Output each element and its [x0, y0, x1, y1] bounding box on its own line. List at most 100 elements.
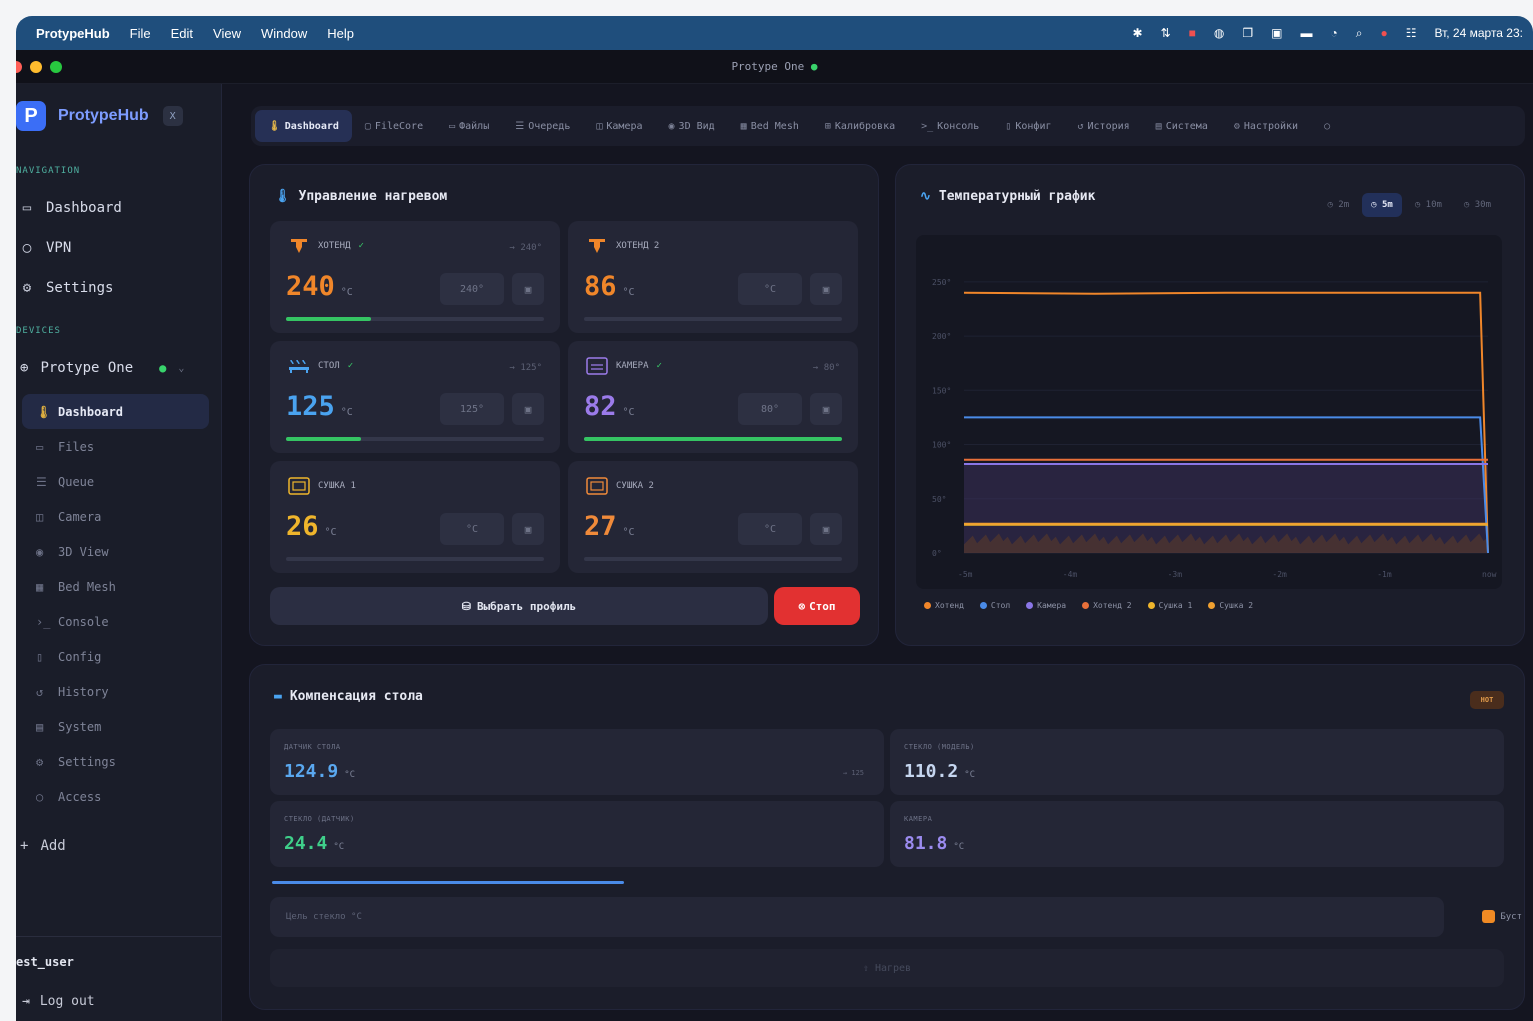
select-profile-button[interactable]: ⛁ Выбрать профиль [270, 587, 768, 625]
sidebar-item-settings[interactable]: ⚙ Settings [16, 268, 221, 308]
control-center-icon[interactable]: ☷ [1406, 26, 1417, 40]
tab-11[interactable]: ▤ Система [1143, 110, 1221, 142]
battery-icon[interactable]: ▬ [1300, 26, 1312, 40]
tab-13[interactable]: ○ [1311, 110, 1347, 142]
subnav-label: Console [58, 614, 109, 629]
chart-title-text: Температурный график [938, 189, 1096, 204]
spotlight-icon[interactable]: ⌕ [1356, 26, 1363, 41]
heater-target: → 80° [812, 363, 840, 373]
heater-set-button[interactable]: ▣ [810, 393, 842, 425]
compensation-panel-title: ▬ Компенсация стола [274, 689, 423, 704]
chevron-down-icon[interactable]: ⌄ [178, 363, 184, 374]
list-icon: ☰ [36, 474, 47, 489]
menu-app-name[interactable]: ProtypeHub [36, 26, 110, 41]
app-window: Protype One ● P ProtypeHub X NAVIGATION … [16, 50, 1533, 1021]
sidebar-item-vpn[interactable]: ◯ VPN [16, 228, 221, 268]
tab-1[interactable]: ▢ FileCore [352, 110, 436, 142]
status-circle-icon[interactable]: ◍ [1214, 26, 1224, 40]
tab-7[interactable]: ⊞ Калибровка [812, 110, 908, 142]
tab-9[interactable]: ▯ Конфиг [992, 110, 1064, 142]
add-device-button[interactable]: + Add [16, 826, 221, 866]
subnav-queue[interactable]: ☰ Queue [22, 464, 209, 499]
boost-checkbox[interactable]: Буст [1482, 910, 1522, 923]
menu-edit[interactable]: Edit [171, 26, 193, 41]
subnav-settings[interactable]: ⚙ Settings [22, 744, 209, 779]
heater-temperature-value: 27 [584, 511, 617, 542]
menu-help[interactable]: Help [327, 26, 354, 41]
heater-target-input[interactable]: °C [440, 513, 504, 545]
heater-target-input[interactable]: 240° [440, 273, 504, 305]
subnav-dashboard[interactable]: 🌡 Dashboard [22, 394, 209, 429]
subnav-label: Bed Mesh [58, 579, 116, 594]
tab-8[interactable]: >_ Консоль [908, 110, 992, 142]
range-10m-button[interactable]: ◷ 10m [1406, 193, 1451, 217]
legend-item[interactable]: Сушка 1 [1147, 601, 1192, 610]
glass-target-input[interactable]: Цель стекло °C [270, 897, 1444, 937]
legend-item[interactable]: Стол [979, 601, 1010, 610]
menubar-datetime[interactable]: Вт, 24 марта 23: [1434, 26, 1523, 40]
grid-icon: ▦ [36, 579, 44, 594]
legend-item[interactable]: Хотенд 2 [1082, 601, 1132, 610]
heater-target-input[interactable]: 80° [738, 393, 802, 425]
subnav-3d-view[interactable]: ◉ 3D View [22, 534, 209, 569]
tab-10[interactable]: ↺ История [1064, 110, 1142, 142]
legend-item[interactable]: Сушка 2 [1208, 601, 1253, 610]
subnav-console[interactable]: ›_ Console [22, 604, 209, 639]
menu-view[interactable]: View [213, 26, 241, 41]
tab-icon: ▤ [1155, 120, 1162, 132]
apply-heat-button[interactable]: ⇧ Нагрев [270, 949, 1504, 987]
legend-item[interactable]: Хотенд [924, 601, 964, 610]
heater-target-input[interactable]: °C [738, 513, 802, 545]
range-30m-button[interactable]: ◷ 30m [1455, 193, 1500, 217]
tab-0[interactable]: 🌡 Dashboard [255, 110, 352, 142]
heater-target-input[interactable]: 125° [440, 393, 504, 425]
status-arrows-icon[interactable]: ⇅ [1161, 26, 1171, 40]
logout-button[interactable]: ⇥ Log out [22, 994, 95, 1009]
subnav-config[interactable]: ▯ Config [22, 639, 209, 674]
window-title: Protype One ● [16, 60, 1533, 73]
status-bug-icon[interactable]: ✱ [1133, 26, 1143, 40]
stop-button[interactable]: ⊗ Стоп [774, 587, 860, 625]
bed-compensation-panel: ▬ Компенсация стола HOT ДАТЧИК СТОЛА 124.… [249, 664, 1525, 1010]
heater-target-input[interactable]: °C [738, 273, 802, 305]
subnav-system[interactable]: ▤ System [22, 709, 209, 744]
menu-file[interactable]: File [130, 26, 151, 41]
device-protype-one[interactable]: ⊕ Protype One ● ⌄ [16, 348, 221, 388]
heater-name: СУШКА 1 [318, 481, 356, 491]
heater-set-button[interactable]: ▣ [512, 513, 544, 545]
sidebar-item-dashboard[interactable]: ▭ Dashboard [16, 188, 221, 228]
devices-section-label: DEVICES [16, 326, 61, 336]
legend-swatch [1026, 602, 1034, 609]
legend-swatch [1082, 602, 1090, 609]
subnav-bed-mesh[interactable]: ▦ Bed Mesh [22, 569, 209, 604]
subnav-access[interactable]: ○ Access [22, 779, 209, 814]
subnav-camera[interactable]: ◫ Camera [22, 499, 209, 534]
tab-12[interactable]: ⚙ Настройки [1221, 110, 1311, 142]
legend-item[interactable]: Камера [1026, 601, 1066, 610]
heater-set-button[interactable]: ▣ [810, 273, 842, 305]
status-app-icon[interactable]: ■ [1189, 26, 1196, 40]
range-2m-button[interactable]: ◷ 2m [1318, 193, 1358, 217]
tab-icon: ▯ [1005, 120, 1012, 132]
subnav-history[interactable]: ↺ History [22, 674, 209, 709]
heater-set-button[interactable]: ▣ [512, 273, 544, 305]
window-titlebar: Protype One ● [16, 50, 1533, 84]
tab-6[interactable]: ▦ Bed Mesh [728, 110, 812, 142]
eye-icon: ◉ [36, 544, 44, 559]
status-box-icon[interactable]: ▣ [1271, 26, 1282, 40]
heater-set-button[interactable]: ▣ [512, 393, 544, 425]
tab-3[interactable]: ☰ Очередь [502, 110, 583, 142]
tab-5[interactable]: ◉ 3D Вид [656, 110, 728, 142]
compensation-value: 24.4 °C [284, 833, 344, 854]
wifi-icon[interactable]: ◔ [1330, 26, 1337, 40]
flag-icon[interactable]: ● [1380, 26, 1387, 40]
tab-4[interactable]: ◫ Камера [583, 110, 655, 142]
collapse-sidebar-button[interactable]: X [162, 106, 183, 126]
temperature-chart[interactable]: 250° 200° 150° 100° 50° 0° -5m -4m -3m -2m -1m now [916, 235, 1502, 589]
range-5m-button[interactable]: ◷ 5m [1362, 193, 1402, 217]
tab-2[interactable]: ▭ Файлы [436, 110, 502, 142]
menu-window[interactable]: Window [261, 26, 307, 41]
heater-set-button[interactable]: ▣ [810, 513, 842, 545]
status-window-icon[interactable]: ❐ [1242, 26, 1253, 40]
subnav-files[interactable]: ▭ Files [22, 429, 209, 464]
